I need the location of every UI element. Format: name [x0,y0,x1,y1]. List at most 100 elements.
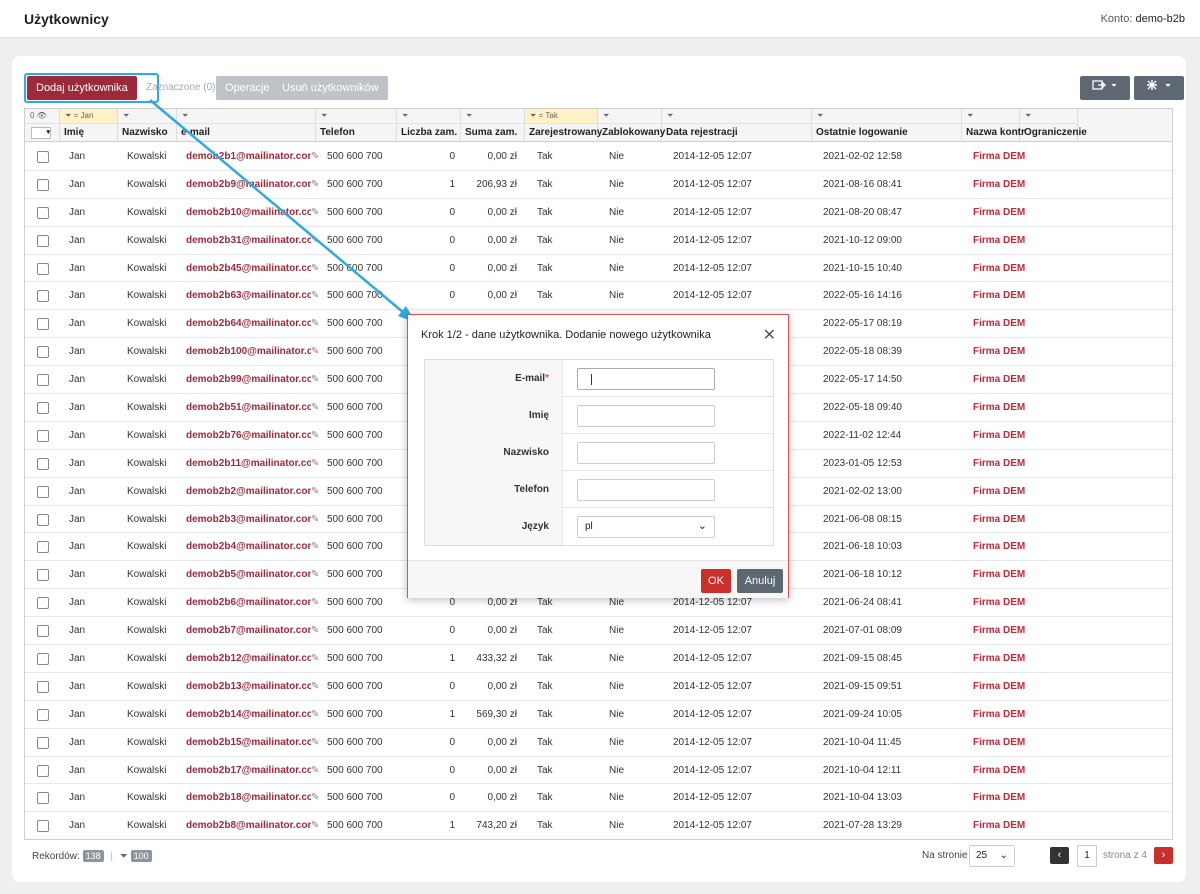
edit-icon[interactable]: ✎ [311,533,323,561]
cell-firm[interactable]: Firma DEMO [973,561,1025,589]
tools-button[interactable] [1134,76,1184,100]
edit-icon[interactable]: ✎ [311,450,323,478]
cell-firm[interactable]: Firma DEMO [973,533,1025,561]
row-checkbox[interactable] [37,402,49,415]
table-row[interactable]: Jan Kowalski demob2b15@mailinator.com 500 6… [25,729,1172,757]
row-checkbox[interactable] [37,234,49,247]
cell-firm[interactable]: Firma DEMO [973,812,1025,839]
cell-email[interactable]: demob2b6@mailinator.com [186,589,311,617]
cell-email[interactable]: demob2b51@mailinator.com [186,394,311,422]
column-header[interactable]: ⏷ = Jan Imię [60,109,118,142]
column-header[interactable]: ⏷ Zablokowany [598,109,665,142]
row-checkbox[interactable] [37,736,49,749]
cell-firm[interactable]: Firma DEMO [973,310,1025,338]
column-header[interactable]: ⏷ Suma zam. [461,109,525,142]
table-row[interactable]: Jan Kowalski demob2b31@mailinator.com 500 6… [25,227,1172,255]
cell-email[interactable]: demob2b99@mailinator.com [186,366,311,394]
cell-firm[interactable]: Firma DEMO [973,143,1025,171]
edit-icon[interactable]: ✎ [311,478,323,506]
column-header[interactable]: ⏷ = Tak Zarejestrowany [525,109,602,142]
column-header[interactable]: ⏷ Liczba zam. [397,109,461,142]
cell-firm[interactable]: Firma DEMO [973,450,1025,478]
edit-icon[interactable]: ✎ [311,422,323,450]
phone-field[interactable] [577,479,715,501]
cell-email[interactable]: demob2b76@mailinator.com [186,422,311,450]
edit-icon[interactable]: ✎ [311,729,323,757]
cell-email[interactable]: demob2b45@mailinator.com [186,255,311,283]
delete-users-button[interactable]: Usuń użytkowników [273,76,388,100]
cell-email[interactable]: demob2b15@mailinator.com [186,729,311,757]
edit-icon[interactable]: ✎ [311,366,323,394]
cell-firm[interactable]: Firma DEMO [973,701,1025,729]
table-row[interactable]: Jan Kowalski demob2b13@mailinator.com 500 6… [25,673,1172,701]
column-header[interactable]: ⏷ Ostatnie logowanie [812,109,962,142]
cell-firm[interactable]: Firma DEMO [973,506,1025,534]
cell-firm[interactable]: Firma DEMO [973,394,1025,422]
row-checkbox[interactable] [37,708,49,721]
row-checkbox[interactable] [37,374,49,387]
last-name-field[interactable] [577,442,715,464]
table-row[interactable]: Jan Kowalski demob2b63@mailinator.com 500 6… [25,282,1172,311]
cell-email[interactable]: demob2b9@mailinator.com [186,171,311,199]
column-header[interactable]: ⏷ Telefon [316,109,397,142]
close-icon[interactable]: ✕ [763,325,776,345]
row-checkbox[interactable] [37,680,49,693]
cell-email[interactable]: demob2b4@mailinator.com [186,533,311,561]
column-filter[interactable]: ⏷ [316,109,396,124]
cell-email[interactable]: demob2b31@mailinator.com [186,227,311,255]
cell-firm[interactable]: Firma DEMO [973,645,1025,673]
cell-firm[interactable]: Firma DEMO [973,171,1025,199]
column-filter[interactable]: ⏷ [1020,109,1077,124]
table-row[interactable]: Jan Kowalski demob2b17@mailinator.com 500 6… [25,757,1172,785]
cell-firm[interactable]: Firma DEMO [973,673,1025,701]
cell-firm[interactable]: Firma DEMO [973,422,1025,450]
column-filter[interactable]: ⏷ = Jan [60,109,117,124]
prev-page-button[interactable]: ‹ [1050,847,1069,864]
column-header[interactable]: ⏷ Nazwisko [118,109,177,142]
row-checkbox[interactable] [37,764,49,777]
cell-email[interactable]: demob2b63@mailinator.com [186,282,311,310]
edit-icon[interactable]: ✎ [311,757,323,785]
cell-email[interactable]: demob2b64@mailinator.com [186,310,311,338]
cell-email[interactable]: demob2b11@mailinator.com [186,450,311,478]
row-checkbox[interactable] [37,625,49,638]
edit-icon[interactable]: ✎ [311,589,323,617]
export-button[interactable] [1080,76,1130,100]
table-row[interactable]: Jan Kowalski demob2b45@mailinator.com 500 6… [25,255,1172,283]
row-checkbox[interactable] [37,457,49,470]
cell-email[interactable]: demob2b17@mailinator.com [186,757,311,785]
visibility-toggle[interactable]: 0 👁 [25,109,59,124]
cell-email[interactable]: demob2b2@mailinator.com [186,478,311,506]
cell-email[interactable]: demob2b5@mailinator.com [186,561,311,589]
cell-firm[interactable]: Firma DEMO [973,478,1025,506]
cell-email[interactable]: demob2b100@mailinator.com [186,338,311,366]
column-filter[interactable]: ⏷ [461,109,524,124]
column-header[interactable]: ⏷ Ograniczenie [1020,109,1087,142]
row-checkbox[interactable] [37,569,49,582]
cancel-button[interactable]: Anuluj [737,569,783,593]
column-filter[interactable]: ⏷ [177,109,315,124]
row-checkbox[interactable] [37,318,49,331]
row-checkbox[interactable] [37,541,49,554]
edit-icon[interactable]: ✎ [311,227,323,255]
edit-icon[interactable]: ✎ [311,784,323,812]
per-page-select[interactable]: 25 ⌄ [969,845,1015,867]
cell-email[interactable]: demob2b3@mailinator.com [186,506,311,534]
edit-icon[interactable]: ✎ [311,617,323,645]
table-row[interactable]: Jan Kowalski demob2b8@mailinator.com 500 60… [25,812,1172,839]
row-checkbox[interactable] [37,429,49,442]
edit-icon[interactable]: ✎ [311,506,323,534]
edit-icon[interactable]: ✎ [311,255,323,283]
column-header[interactable]: ⏷ Nazwa kontr [962,109,1025,142]
cell-firm[interactable]: Firma DEMO [973,338,1025,366]
table-row[interactable]: Jan Kowalski demob2b10@mailinator.com 500 6… [25,199,1172,227]
cell-firm[interactable]: Firma DEMO [973,227,1025,255]
row-checkbox[interactable] [37,485,49,498]
table-row[interactable]: Jan Kowalski demob2b14@mailinator.com 500 6… [25,701,1172,729]
edit-icon[interactable]: ✎ [311,338,323,366]
row-checkbox[interactable] [37,820,49,833]
row-checkbox[interactable] [37,653,49,666]
cell-email[interactable]: demob2b13@mailinator.com [186,673,311,701]
edit-icon[interactable]: ✎ [311,561,323,589]
cell-email[interactable]: demob2b7@mailinator.com [186,617,311,645]
